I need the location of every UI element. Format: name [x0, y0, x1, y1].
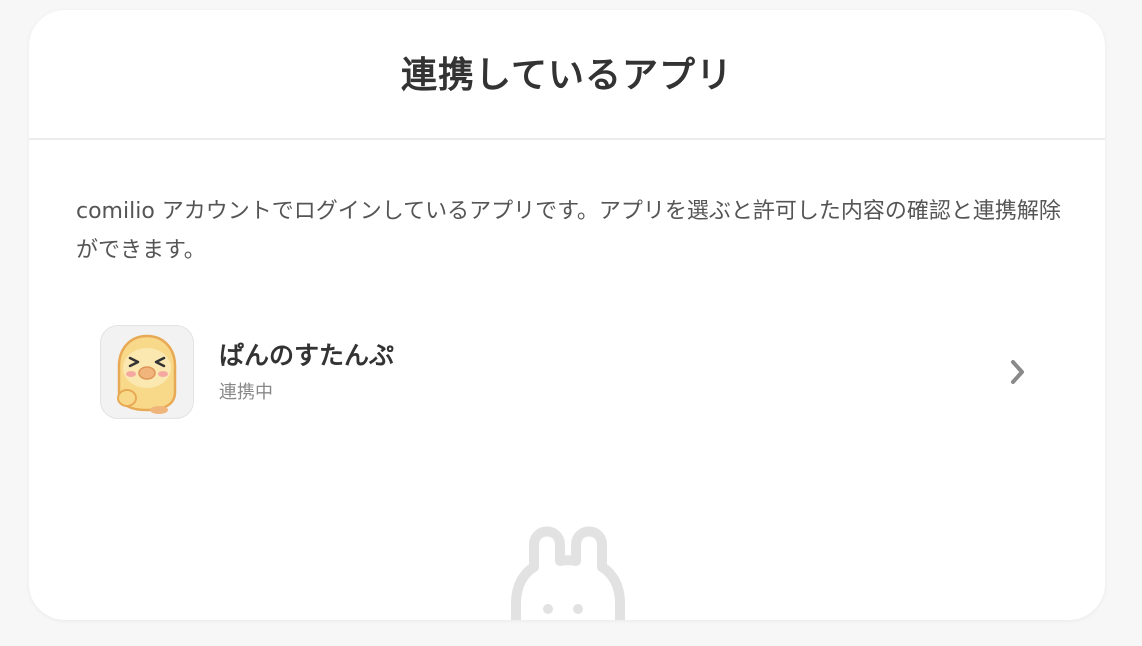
description-text: comilio アカウントでログインしているアプリです。アプリを選ぶと許可した内… — [76, 199, 1061, 263]
app-text: ぱんのすたんぷ 連携中 — [219, 339, 394, 405]
chevron-right-icon — [1006, 357, 1030, 387]
app-name: ぱんのすたんぷ — [219, 341, 395, 370]
app-list-item[interactable]: ぱんのすたんぷ 連携中 — [100, 323, 1030, 421]
rabbit-mascot-icon — [504, 515, 634, 620]
bread-character-icon — [100, 325, 194, 419]
page-title: 連携しているアプリ — [401, 55, 733, 96]
card-header: 連携しているアプリ — [29, 10, 1105, 140]
linked-apps-card: 連携しているアプリ comilio アカウントでログインしているアプリです。アプ… — [29, 10, 1105, 620]
app-status: 連携中 — [219, 382, 273, 403]
